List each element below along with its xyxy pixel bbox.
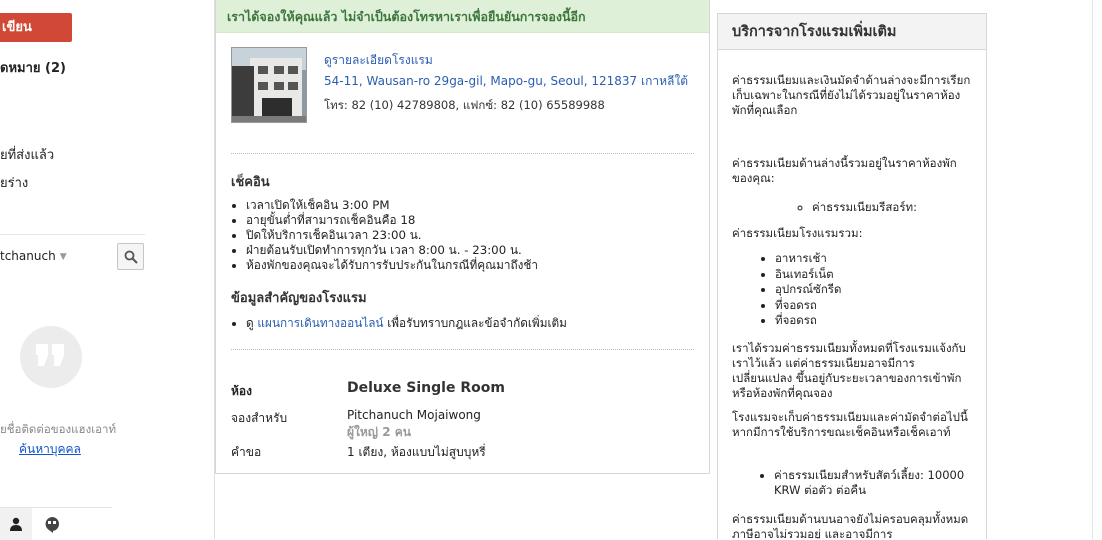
section-divider (231, 153, 694, 154)
hangouts-search-button[interactable] (117, 243, 144, 270)
list-item: อาหารเช้า (775, 251, 841, 267)
list-item: ฝ่ายต้อนรับเปิดทำการทุกวัน เวลา 8:00 น. … (246, 243, 538, 258)
list-item: อุปกรณ์ซักรีด (775, 282, 841, 298)
hangouts-quote-icon (20, 326, 82, 388)
booking-confirmation-card: เราได้จองให้คุณแล้ว ไม่จำเป็นต้องโทรหาเร… (215, 0, 710, 474)
hotel-fees-list: อาหารเช้า อินเทอร์เน็ต อุปกรณ์ซักรีด ที่… (758, 251, 841, 329)
list-item: อินเทอร์เน็ต (775, 267, 841, 283)
hotel-phone-fax: โทร: 82 (10) 42789808, แฟกซ์: 82 (10) 65… (324, 98, 605, 112)
sidebar-item-drafts[interactable]: ยร่าง (0, 172, 28, 193)
fees-footnote: ค่าธรรมเนียมด้านบนอาจยังไม่ครอบคลุมทั้งห… (732, 512, 969, 539)
list-item: ห้องพักของคุณจะได้รับการรับประกันในกรณีท… (246, 258, 538, 273)
resort-fee-list: ค่าธรรมเนียมรีสอร์ท: (790, 199, 917, 217)
search-icon (124, 250, 138, 264)
checkin-heading: เช็คอิน (231, 175, 270, 190)
list-item: ที่จอดรถ (775, 313, 841, 329)
hotel-details-link[interactable]: ดูรายละเอียดโรงแรม (324, 51, 433, 70)
request-value: 1 เตียง, ห้องแบบไม่สูบบุหรี่ (347, 445, 486, 459)
tab-contacts[interactable] (0, 508, 32, 540)
fees-disclaimer: เราได้รวมค่าธรรมเนียมทั้งหมดที่โรงแรมแจ้… (732, 341, 966, 400)
important-suffix: เพื่อรับทราบกฎและข้อจำกัดเพิ่มเติม (383, 316, 567, 330)
important-prefix: ดู (246, 316, 258, 330)
sidebar-item-sent[interactable]: ยที่ส่งแล้ว (0, 144, 54, 165)
scrollbar-edge (1092, 0, 1093, 539)
list-item: ปิดให้บริการเช็คอินเวลา 23:00 น. (246, 228, 538, 243)
caret-down-icon: ▼ (59, 251, 67, 262)
compose-button[interactable]: เขียน (0, 13, 72, 42)
person-icon (10, 517, 22, 531)
extra-services-title: บริการจากโรงแรมเพิ่มเติม (718, 14, 986, 50)
hotel-fees-heading: ค่าธรรมเนียมโรงแรมรวม: (732, 226, 863, 240)
room-type: Deluxe Single Room (347, 380, 505, 396)
find-people-link[interactable]: ค้นหาบุคคล (19, 440, 81, 459)
online-itinerary-link[interactable]: แผนการเดินทางออนไลน์ (257, 316, 383, 330)
list-item: อายุขั้นต่ำที่สามารถเช็คอินคือ 18 (246, 213, 538, 228)
list-item: เวลาเปิดให้เช็คอิน 3:00 PM (246, 198, 538, 213)
sidebar-bottom-tabs (0, 507, 112, 540)
hangouts-user-bar: tchanuch ▼ (0, 234, 145, 275)
extra-services-panel: บริการจากโรงแรมเพิ่มเติม ค่าธรรมเนียมและ… (717, 13, 987, 539)
hotel-address-link[interactable]: 54-11, Wausan-ro 29ga-gil, Mapo-gu, Seou… (324, 72, 688, 91)
pet-fee-list: ค่าธรรมเนียมสำหรับสัตว์เลี้ยง: 10000 KRW… (758, 468, 974, 498)
hangouts-icon (45, 517, 59, 533)
list-item: ค่าธรรมเนียมสำหรับสัตว์เลี้ยง: 10000 KRW… (774, 468, 974, 498)
guest-name: Pitchanuch Mojaiwong (347, 408, 481, 422)
fees-intro: ค่าธรรมเนียมและเงินมัดจำด้านล่างจะมีการเ… (732, 73, 971, 117)
hangouts-user-menu[interactable]: tchanuch ▼ (0, 249, 67, 263)
confirmation-banner: เราได้จองให้คุณแล้ว ไม่จำเป็นต้องโทรหาเร… (216, 0, 709, 33)
list-item: ที่จอดรถ (775, 298, 841, 314)
room-label: ห้อง (231, 384, 252, 398)
tab-hangouts[interactable] (40, 508, 72, 540)
list-item: ดู แผนการเดินทางออนไลน์ เพื่อรับทราบกฎแล… (246, 314, 567, 333)
section-divider (231, 349, 694, 350)
collect-fees-note: โรงแรมจะเก็บค่าธรรมเนียมและค่ามัดจำต่อไป… (732, 410, 968, 439)
checkin-info-list: เวลาเปิดให้เช็คอิน 3:00 PM อายุขั้นต่ำที… (231, 198, 538, 273)
list-item: ค่าธรรมเนียมรีสอร์ท: (812, 199, 917, 217)
request-label: คำขอ (231, 445, 262, 459)
included-fees-intro: ค่าธรรมเนียมด้านล่างนี้รวมอยู่ในราคาห้อง… (732, 156, 957, 185)
hotel-photo[interactable] (231, 47, 307, 123)
sidebar-item-inbox[interactable]: ดหมาย (2) (0, 57, 66, 78)
hotel-important-info: ดู แผนการเดินทางออนไลน์ เพื่อรับทราบกฎแล… (231, 314, 567, 333)
booked-for-label: จองสำหรับ (231, 411, 288, 425)
guest-count: ผู้ใหญ่ 2 คน (347, 425, 411, 439)
gmail-sidebar: เขียน ดหมาย (2) ยที่ส่งแล้ว ยร่าง tchanu… (0, 0, 155, 540)
hangouts-user-name: tchanuch (0, 249, 56, 263)
hotel-important-info-heading: ข้อมูลสำคัญของโรงแรม (231, 291, 367, 306)
hangouts-empty-hint: ยชื่อติดต่อของแฮงเอาท์ (0, 422, 117, 436)
